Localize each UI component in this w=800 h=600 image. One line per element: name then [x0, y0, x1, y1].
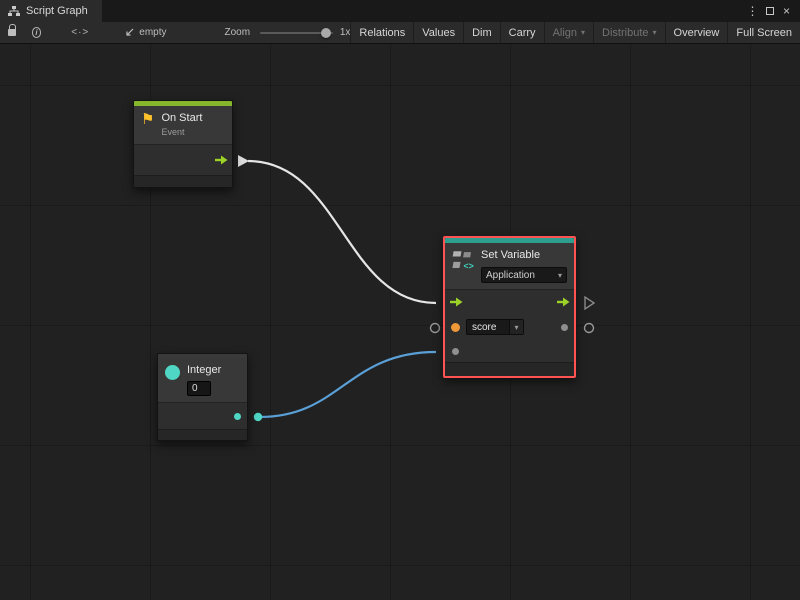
integer-header: Integer 0 [158, 358, 247, 403]
graph-canvas[interactable]: ⚑ On Start Event <> Set Variable [0, 44, 800, 600]
toolbar-buttons: Relations Values Dim Carry Align ▾ Distr… [350, 22, 800, 43]
wire-value-integer-setvariable[interactable] [260, 352, 436, 417]
set-variable-icon: <> [452, 249, 474, 272]
tab-title: Script Graph [26, 5, 88, 17]
set-variable-header: <> Set Variable Application ▾ [445, 243, 574, 290]
flow-output-triangle[interactable] [238, 155, 249, 167]
set-variable-flow-row [445, 290, 574, 314]
caret-down-icon[interactable]: ▾ [509, 320, 523, 334]
info-icon[interactable]: i [32, 27, 42, 38]
on-start-subtitle: Event [161, 127, 202, 138]
value-port-circle-right[interactable] [585, 324, 594, 333]
on-start-title: On Start [161, 112, 202, 125]
node-on-start[interactable]: ⚑ On Start Event [133, 100, 233, 188]
set-variable-name-row: score ▾ [445, 314, 574, 340]
overview-button[interactable]: Overview [665, 22, 728, 43]
graph-toolbar: i <·> empty Zoom 1x Relations Values Dim… [0, 22, 800, 44]
value-input-port[interactable] [452, 348, 459, 355]
integer-output-port[interactable] [234, 413, 241, 420]
integer-output-dot[interactable] [254, 413, 262, 421]
flag-icon: ⚑ [141, 112, 154, 138]
align-button[interactable]: Align ▾ [544, 22, 593, 43]
caret-down-icon: ▾ [581, 28, 585, 37]
integer-value-field[interactable]: 0 [187, 381, 211, 396]
values-button[interactable]: Values [413, 22, 463, 43]
caret-down-icon: ▾ [558, 271, 562, 280]
node-integer[interactable]: Integer 0 [157, 353, 248, 441]
variable-name-port[interactable] [451, 323, 460, 332]
value-port-circle-left[interactable] [431, 324, 440, 333]
svg-text:<>: <> [463, 261, 473, 271]
on-start-header: ⚑ On Start Event [134, 106, 232, 145]
window-controls: ⋮ × [744, 0, 800, 22]
on-start-footer [134, 175, 232, 187]
zoom-label: Zoom [225, 27, 251, 38]
variable-scope-value: Application [486, 270, 535, 281]
lock-icon[interactable] [8, 29, 16, 36]
caret-down-icon: ▾ [653, 28, 657, 37]
on-start-body [134, 145, 232, 175]
flow-continuation-triangle[interactable] [585, 297, 594, 309]
graph-icon [8, 6, 20, 17]
set-variable-value-row [445, 340, 574, 362]
zoom-slider[interactable] [260, 26, 333, 40]
titlebar: Script Graph ⋮ × [0, 0, 800, 22]
relations-button[interactable]: Relations [350, 22, 413, 43]
code-inspector-icon[interactable]: <·> [71, 27, 89, 38]
variable-name-field[interactable]: score ▾ [466, 319, 524, 335]
zoom-value: 1x [340, 27, 351, 38]
zoom-slider-handle[interactable] [321, 28, 331, 38]
integer-body [158, 403, 247, 429]
flow-output-port[interactable] [556, 297, 570, 307]
carry-button[interactable]: Carry [500, 22, 544, 43]
close-icon[interactable]: × [778, 0, 795, 22]
maximize-icon[interactable] [761, 7, 778, 15]
integer-title: Integer [187, 364, 221, 377]
set-variable-title: Set Variable [481, 249, 567, 262]
graph-name: empty [139, 27, 166, 38]
variable-scope-dropdown[interactable]: Application ▾ [481, 267, 567, 283]
variable-name-value: score [467, 320, 509, 334]
node-set-variable[interactable]: <> Set Variable Application ▾ [443, 236, 576, 378]
integer-icon [165, 365, 180, 380]
graph-breadcrumb[interactable]: empty [125, 27, 166, 38]
distribute-button[interactable]: Distribute ▾ [593, 22, 664, 43]
wire-flow-onstart-setvariable[interactable] [248, 161, 436, 303]
graph-pointer-icon [125, 28, 134, 37]
flow-output-port[interactable] [214, 155, 228, 165]
integer-footer [158, 429, 247, 440]
wire-layer [0, 44, 800, 600]
tab-script-graph[interactable]: Script Graph [0, 0, 102, 22]
fullscreen-button[interactable]: Full Screen [727, 22, 800, 43]
dim-button[interactable]: Dim [463, 22, 500, 43]
set-variable-footer [445, 362, 574, 376]
output-value-port[interactable] [561, 324, 568, 331]
window-menu-icon[interactable]: ⋮ [744, 0, 761, 22]
flow-input-port[interactable] [449, 297, 463, 307]
